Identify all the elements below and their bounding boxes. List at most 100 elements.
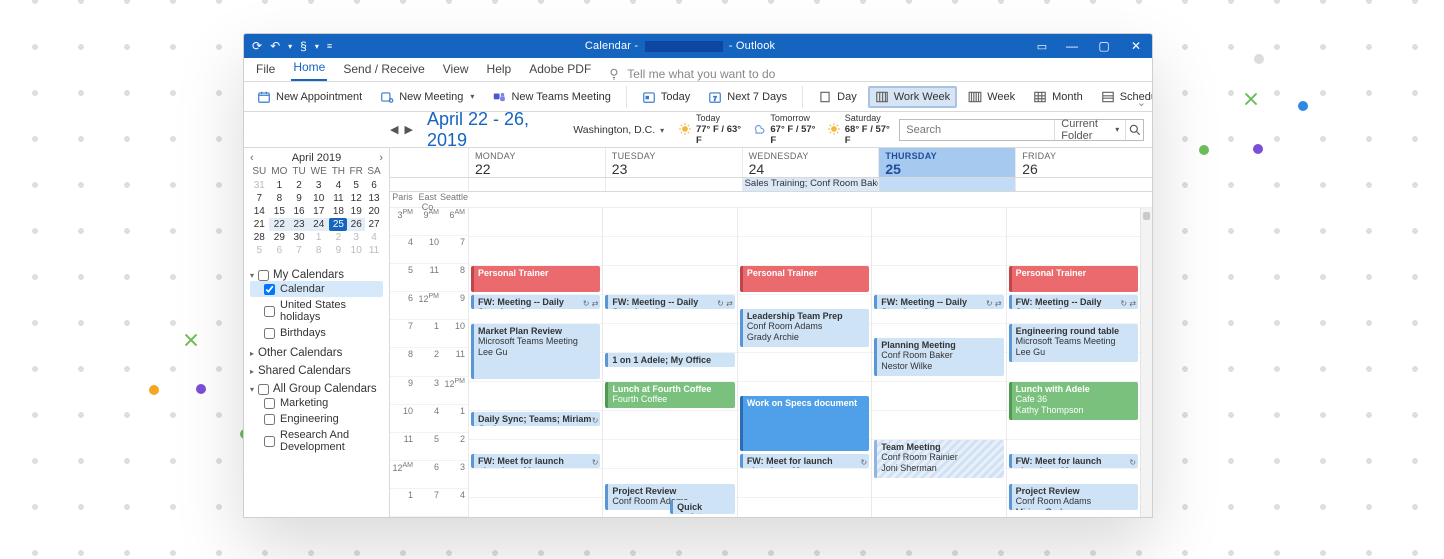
collapse-ribbon-icon[interactable]: ⌄ xyxy=(1137,96,1146,109)
time-slot[interactable] xyxy=(469,469,602,498)
time-slot[interactable] xyxy=(1007,208,1140,237)
calendar-event[interactable]: FW: Meet for launch planning ; M↻ xyxy=(1009,454,1138,468)
time-slot[interactable] xyxy=(738,498,871,517)
time-slot[interactable] xyxy=(872,498,1005,517)
day-header[interactable]: TUESDAY23 xyxy=(605,148,742,177)
mini-day-cell[interactable]: 2 xyxy=(290,179,308,192)
day-column[interactable]: FW: Meeting -- Daily Standup; Co↻ ⇄ Plann… xyxy=(871,208,1005,517)
mini-day-cell[interactable]: 31 xyxy=(250,179,269,192)
day-column[interactable]: FW: Meeting -- Daily Standup; Co↻ ⇄1 on … xyxy=(602,208,736,517)
allday-cell[interactable]: Sales Training; Conf Room Baker; K… xyxy=(742,178,879,191)
calendar-event[interactable]: FW: Meeting -- Daily Standup; Co↻ ⇄ xyxy=(874,295,1003,309)
mini-day-cell[interactable]: 8 xyxy=(269,192,291,205)
mini-day-cell[interactable]: 3 xyxy=(347,231,365,244)
mini-day-cell[interactable]: 29 xyxy=(269,231,291,244)
ribbon-display-options-icon[interactable]: ▭ xyxy=(1028,40,1056,53)
weather-city[interactable]: Washington, D.C. ▾ xyxy=(573,124,664,136)
mini-day-cell[interactable]: 1 xyxy=(308,231,330,244)
allday-cell[interactable] xyxy=(878,178,1015,191)
calendar-event[interactable]: Personal Trainer xyxy=(1009,266,1138,292)
time-slot[interactable] xyxy=(872,208,1005,237)
allday-cell[interactable] xyxy=(468,178,605,191)
mini-day-cell[interactable]: 5 xyxy=(347,179,365,192)
calendar-event[interactable]: FW: Meet for launch planning ; M↻ xyxy=(471,454,600,468)
mini-day-cell[interactable]: 9 xyxy=(290,192,308,205)
tab-file[interactable]: File xyxy=(254,58,277,81)
tell-me-search[interactable]: Tell me what you want to do xyxy=(607,67,775,81)
day-header[interactable]: WEDNESDAY24 xyxy=(742,148,879,177)
new-teams-meeting-button[interactable]: New Teams Meeting xyxy=(485,86,617,108)
calendar-item[interactable]: United States holidays xyxy=(250,297,383,325)
week-view-button[interactable]: Week xyxy=(961,86,1022,108)
calendar-event[interactable]: Personal Trainer xyxy=(740,266,869,292)
mini-day-cell[interactable]: 7 xyxy=(250,192,269,205)
mini-day-cell[interactable]: 3 xyxy=(308,179,330,192)
calendar-checkbox[interactable] xyxy=(264,436,275,447)
tab-adobe-pdf[interactable]: Adobe PDF xyxy=(527,58,593,81)
calendar-checkbox[interactable] xyxy=(264,328,275,339)
mini-day-cell[interactable]: 8 xyxy=(308,244,330,257)
tab-view[interactable]: View xyxy=(441,58,471,81)
mini-day-cell[interactable]: 25 xyxy=(329,218,347,231)
mini-day-cell[interactable]: 7 xyxy=(290,244,308,257)
time-slot[interactable] xyxy=(603,266,736,295)
today-button[interactable]: Today xyxy=(635,86,697,108)
mini-day-cell[interactable]: 13 xyxy=(365,192,383,205)
calendar-item[interactable]: Birthdays xyxy=(250,325,383,341)
mini-day-cell[interactable]: 21 xyxy=(250,218,269,231)
mini-day-cell[interactable]: 11 xyxy=(365,244,383,257)
calendar-event[interactable]: Lunch with AdeleCafe 36Kathy Thompson xyxy=(1009,382,1138,420)
calendar-item[interactable]: Marketing xyxy=(250,395,383,411)
day-header[interactable]: FRIDAY26 xyxy=(1015,148,1152,177)
time-slot[interactable] xyxy=(469,237,602,266)
time-slot[interactable] xyxy=(603,324,736,353)
mini-day-cell[interactable]: 22 xyxy=(269,218,291,231)
mini-day-cell[interactable]: 10 xyxy=(347,244,365,257)
prev-period-button[interactable]: ◀ xyxy=(390,123,398,136)
search-input[interactable] xyxy=(900,124,1054,136)
undo-icon[interactable]: ↶ xyxy=(270,39,280,53)
mini-day-cell[interactable]: 17 xyxy=(308,205,330,218)
day-header[interactable]: THURSDAY25 xyxy=(878,148,1015,177)
mini-day-cell[interactable]: 1 xyxy=(269,179,291,192)
time-slot[interactable] xyxy=(872,237,1005,266)
calendar-event[interactable]: FW: Meet for launch planning ; M↻ xyxy=(740,454,869,468)
calendar-event[interactable]: FW: Meeting -- Daily Standup; Co↻ ⇄ xyxy=(605,295,734,309)
chevron-down-icon[interactable]: ▾ xyxy=(288,42,292,51)
day-header[interactable]: MONDAY22 xyxy=(468,148,605,177)
time-slot[interactable] xyxy=(469,382,602,411)
calendar-group-header[interactable]: ▾All Group Calendars xyxy=(250,383,383,395)
calendar-event[interactable]: Market Plan ReviewMicrosoft Teams Meetin… xyxy=(471,324,600,379)
next-period-button[interactable]: ▶ xyxy=(404,123,412,136)
calendar-event[interactable]: Planning MeetingConf Room BakerNestor Wi… xyxy=(874,338,1003,376)
mini-day-cell[interactable]: 12 xyxy=(347,192,365,205)
time-slot[interactable] xyxy=(603,237,736,266)
calendar-event[interactable]: Quick update on xyxy=(670,500,735,514)
maximize-button[interactable]: ▢ xyxy=(1088,34,1120,58)
group-checkbox[interactable] xyxy=(258,384,269,395)
work-week-view-button[interactable]: Work Week xyxy=(868,86,957,108)
time-slot[interactable] xyxy=(738,469,871,498)
mini-day-cell[interactable]: 6 xyxy=(269,244,291,257)
calendar-checkbox[interactable] xyxy=(264,414,275,425)
calendar-item[interactable]: Research And Development xyxy=(250,427,383,455)
time-slot[interactable] xyxy=(469,498,602,517)
calendar-group-header[interactable]: ▸Other Calendars xyxy=(250,347,383,359)
mini-day-cell[interactable]: 5 xyxy=(250,244,269,257)
chevron-down-icon[interactable]: ▾ xyxy=(315,42,319,51)
mini-day-cell[interactable]: 2 xyxy=(329,231,347,244)
search-scope-selector[interactable]: Current Folder ▾ xyxy=(1054,120,1125,140)
group-checkbox[interactable] xyxy=(258,270,269,281)
calendar-event[interactable]: Team MeetingConf Room RainierJoni Sherma… xyxy=(874,440,1003,478)
mini-day-cell[interactable]: 10 xyxy=(308,192,330,205)
day-column[interactable]: Personal TrainerFW: Meeting -- Daily Sta… xyxy=(468,208,602,517)
calendar-group-header[interactable]: ▸Shared Calendars xyxy=(250,365,383,377)
mini-day-cell[interactable]: 14 xyxy=(250,205,269,218)
time-slot[interactable] xyxy=(872,411,1005,440)
day-view-button[interactable]: Day xyxy=(811,86,864,108)
new-appointment-button[interactable]: New Appointment xyxy=(250,86,369,108)
mini-day-cell[interactable]: 16 xyxy=(290,205,308,218)
mini-day-cell[interactable]: 19 xyxy=(347,205,365,218)
calendar-event[interactable]: Personal Trainer xyxy=(471,266,600,292)
calendar-item[interactable]: Engineering xyxy=(250,411,383,427)
